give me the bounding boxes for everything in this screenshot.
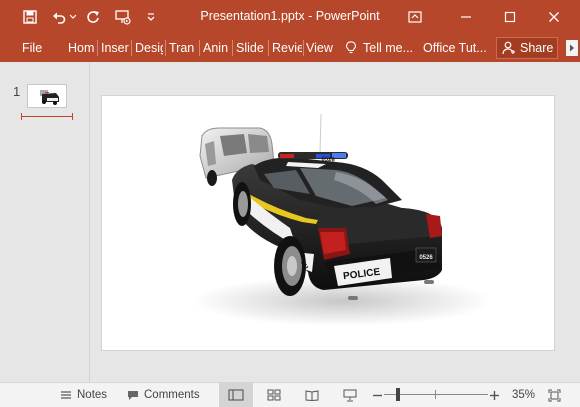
tab-slide-show[interactable]: Slide <box>236 34 266 62</box>
undo-icon[interactable] <box>50 7 68 27</box>
notes-icon <box>61 391 71 399</box>
tab-home[interactable]: Hom <box>68 34 95 62</box>
tab-review[interactable]: Revie <box>272 34 302 62</box>
thumbnail-car-icon <box>40 90 59 105</box>
zoom-out-button[interactable] <box>372 383 382 407</box>
car-roof-number: 0526 <box>321 157 335 164</box>
slide-sorter-icon <box>267 389 281 401</box>
comments-label: Comments <box>144 389 200 401</box>
tab-insert[interactable]: Inser <box>101 34 129 62</box>
normal-view-icon <box>228 389 244 401</box>
maximize-icon[interactable] <box>499 6 521 28</box>
fit-to-window-button[interactable] <box>546 383 562 407</box>
comment-icon <box>128 390 138 400</box>
undo-dropdown-icon[interactable] <box>68 7 78 27</box>
antenna <box>319 113 322 155</box>
tab-separator <box>97 40 98 56</box>
slide-thumbnail[interactable] <box>27 84 67 108</box>
plus-icon <box>489 390 499 400</box>
comments-button[interactable]: Comments <box>127 383 200 407</box>
slide-thumbnail-pane: 1 <box>0 62 90 382</box>
slide-number: 1 <box>13 84 21 99</box>
tab-file[interactable]: File <box>22 34 44 62</box>
reading-view-button[interactable] <box>300 383 324 407</box>
tab-animations[interactable]: Anin <box>203 34 230 62</box>
zoom-center-tick <box>435 390 436 399</box>
slide-show-icon <box>343 389 357 401</box>
minimize-icon[interactable] <box>455 6 477 28</box>
share-person-icon <box>502 41 515 55</box>
tab-transitions[interactable]: Tran <box>169 34 197 62</box>
redo-icon[interactable] <box>84 7 102 27</box>
tab-separator <box>232 40 233 56</box>
police-car-image[interactable]: POLICE 0526 911 0526 <box>102 96 554 350</box>
share-label: Share <box>520 41 554 55</box>
zoom-thumb[interactable] <box>396 388 401 401</box>
tab-separator <box>303 40 304 56</box>
minus-icon <box>372 394 382 396</box>
zoom-slider[interactable] <box>384 383 488 407</box>
present-from-beginning-icon[interactable] <box>112 7 134 27</box>
slide-canvas[interactable]: POLICE 0526 911 0526 <box>101 95 555 351</box>
tab-office-tut[interactable]: Office Tut... <box>423 34 489 62</box>
expand-ribbon-icon[interactable] <box>566 40 578 56</box>
slide-sorter-button[interactable] <box>262 383 286 407</box>
zoom-in-button[interactable] <box>489 383 499 407</box>
lightbulb-icon[interactable] <box>346 34 360 62</box>
window-title: Presentation1.pptx - PowerPoint <box>200 9 380 23</box>
slide-show-button[interactable] <box>338 383 362 407</box>
notes-button[interactable]: Notes <box>60 383 107 407</box>
tab-separator <box>268 40 269 56</box>
close-icon[interactable] <box>543 6 565 28</box>
ribbon-tabs: File Hom Inser Desig Tran Anin Slide Rev… <box>0 34 580 62</box>
tab-separator <box>131 40 132 56</box>
zoom-level[interactable]: 35% <box>512 383 535 407</box>
insertion-marker <box>21 113 73 120</box>
fit-slide-icon <box>548 389 560 401</box>
tab-view[interactable]: View <box>306 34 334 62</box>
notes-label: Notes <box>77 389 108 401</box>
tell-me-search[interactable]: Tell me... <box>363 34 415 62</box>
status-bar: Notes Comments 35% <box>0 382 580 407</box>
save-icon[interactable] <box>20 7 40 27</box>
reading-view-icon <box>305 390 319 401</box>
share-button[interactable]: Share <box>496 37 558 59</box>
police-car <box>232 152 442 300</box>
title-bar: Presentation1.pptx - PowerPoint <box>0 0 580 34</box>
ribbon-display-options-icon[interactable] <box>404 6 426 28</box>
tab-design[interactable]: Desig <box>135 34 163 62</box>
tab-separator <box>199 40 200 56</box>
tab-separator <box>165 40 166 56</box>
car-plate-text: 0526 <box>419 255 433 261</box>
normal-view-button[interactable] <box>219 383 253 407</box>
